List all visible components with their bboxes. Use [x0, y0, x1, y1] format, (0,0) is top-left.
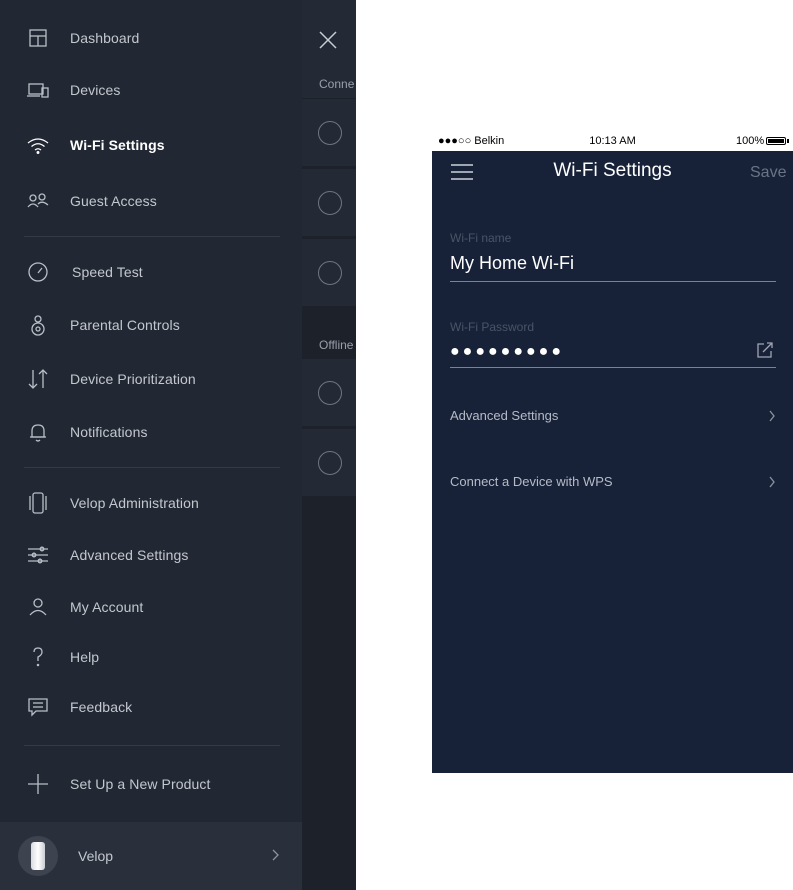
- drawer-divider: [24, 467, 280, 468]
- battery-tip: [787, 139, 789, 143]
- device-row[interactable]: [302, 238, 356, 306]
- connect-device-wps-row[interactable]: Connect a Device with WPS: [432, 462, 793, 502]
- wifi-password-input[interactable]: ●●●●●●●●●: [450, 343, 564, 361]
- section-label-connected: Conne: [319, 77, 355, 91]
- nav-item-velop-administration[interactable]: Velop Administration: [0, 481, 302, 525]
- background-devices-panel: Conne Offline: [302, 0, 356, 890]
- nav-label: Wi-Fi Settings: [70, 137, 165, 153]
- battery-icon: [766, 137, 786, 145]
- velop-node-icon: [24, 489, 52, 517]
- devices-icon: [24, 76, 52, 104]
- question-mark-icon: [24, 643, 52, 671]
- nav-label: Dashboard: [70, 30, 140, 46]
- status-bar: ●●●○○ Belkin 10:13 AM 100%: [432, 131, 793, 151]
- nav-item-wifi-settings[interactable]: Wi-Fi Settings: [0, 123, 302, 167]
- chevron-right-icon: [769, 476, 775, 488]
- nav-label: Devices: [70, 82, 121, 98]
- bell-icon: [24, 418, 52, 446]
- nav-label: Parental Controls: [70, 317, 180, 333]
- device-row[interactable]: [302, 168, 356, 236]
- person-icon: [24, 593, 52, 621]
- dashboard-icon: [24, 24, 52, 52]
- nav-item-set-up-new-product[interactable]: Set Up a New Product: [0, 762, 302, 806]
- nav-label: Feedback: [70, 699, 133, 715]
- radio-button[interactable]: [318, 381, 342, 405]
- nav-label: Speed Test: [72, 264, 143, 280]
- nav-item-advanced-settings[interactable]: Advanced Settings: [0, 533, 302, 577]
- nav-item-speed-test[interactable]: Speed Test: [0, 250, 302, 294]
- nav-label: Guest Access: [70, 193, 157, 209]
- phone-wifi-settings-screen: ●●●○○ Belkin 10:13 AM 100% Wi-Fi Setting…: [432, 131, 793, 773]
- nav-label: Help: [70, 649, 100, 665]
- nav-item-feedback[interactable]: Feedback: [0, 685, 302, 729]
- nav-label: Velop Administration: [70, 495, 199, 511]
- chevron-right-icon: [769, 410, 775, 422]
- radio-button[interactable]: [318, 121, 342, 145]
- row-label: Connect a Device with WPS: [450, 474, 613, 489]
- velop-node-avatar: [18, 836, 58, 876]
- save-button[interactable]: Save: [750, 164, 786, 182]
- row-label: Advanced Settings: [450, 408, 559, 423]
- field-underline: [450, 281, 776, 282]
- plus-icon: [24, 770, 52, 798]
- nav-item-devices[interactable]: Devices: [0, 68, 302, 112]
- sliders-icon: [24, 541, 52, 569]
- nav-item-help[interactable]: Help: [0, 635, 302, 679]
- prioritization-arrows-icon: [24, 365, 52, 393]
- advanced-settings-row[interactable]: Advanced Settings: [432, 396, 793, 436]
- wifi-name-input[interactable]: My Home Wi-Fi: [450, 253, 574, 274]
- nav-item-notifications[interactable]: Notifications: [0, 410, 302, 454]
- radio-button[interactable]: [318, 191, 342, 215]
- nav-label: My Account: [70, 599, 144, 615]
- nav-label: Notifications: [70, 424, 148, 440]
- nav-label: Set Up a New Product: [70, 776, 211, 792]
- wifi-password-label: Wi-Fi Password: [450, 320, 535, 334]
- close-icon[interactable]: [318, 30, 338, 50]
- field-underline: [450, 367, 776, 368]
- footer-label: Velop: [78, 848, 114, 864]
- device-row[interactable]: [302, 428, 356, 496]
- nav-label: Device Prioritization: [70, 371, 196, 387]
- nav-item-guest-access[interactable]: Guest Access: [0, 179, 302, 223]
- drawer-divider: [24, 236, 280, 237]
- nav-item-device-prioritization[interactable]: Device Prioritization: [0, 357, 302, 401]
- speedometer-icon: [24, 258, 52, 286]
- battery-percent: 100%: [736, 135, 765, 147]
- panel-header: Conne: [302, 0, 356, 98]
- device-row[interactable]: [302, 98, 356, 166]
- parental-controls-icon: [24, 311, 52, 339]
- chat-bubble-icon: [24, 693, 52, 721]
- drawer-divider: [24, 745, 280, 746]
- guest-access-icon: [24, 187, 52, 215]
- nav-item-parental-controls[interactable]: Parental Controls: [0, 303, 302, 347]
- nav-item-dashboard[interactable]: Dashboard: [0, 16, 302, 60]
- drawer-footer-velop[interactable]: Velop: [0, 822, 302, 890]
- device-row[interactable]: [302, 358, 356, 426]
- section-label-offline: Offline: [319, 338, 354, 352]
- radio-button[interactable]: [318, 261, 342, 285]
- nav-item-my-account[interactable]: My Account: [0, 585, 302, 629]
- share-icon[interactable]: [756, 341, 774, 359]
- page-title: Wi-Fi Settings: [553, 160, 672, 181]
- wifi-name-label: Wi-Fi name: [450, 231, 512, 245]
- wifi-icon: [24, 131, 52, 159]
- nav-label: Advanced Settings: [70, 547, 189, 563]
- navigation-drawer: Dashboard Devices Wi-Fi Settings Guest A…: [0, 0, 302, 890]
- radio-button[interactable]: [318, 451, 342, 475]
- chevron-right-icon: [272, 849, 279, 861]
